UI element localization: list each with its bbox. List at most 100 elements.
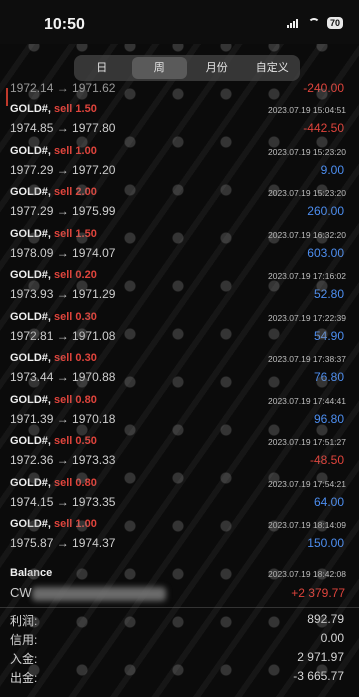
trade-price: 1972.81 → 1971.08 [10,328,116,343]
trade-action: sell 0.30 [54,310,97,323]
signal-icon [286,18,301,28]
trade-pnl: 96.80 [313,411,344,426]
trade-symbol: GOLD#, [10,310,51,323]
trade-list: GOLD#, sell 1.50 2023.07.19 15:04:51 197… [0,101,359,558]
battery-icon: 70 [326,17,343,29]
trade-row[interactable]: GOLD#, sell 0.30 2023.07.19 17:22:39 197… [0,309,359,351]
summary-credit: 信用: 0.00 [0,631,359,650]
trade-price: 1971.39 → 1970.18 [10,411,116,426]
summary-withdrawal: 出金: -3 665.77 [0,669,359,688]
trade-date: 2023.07.19 16:32:20 [268,229,346,240]
trade-pnl: 52.80 [313,287,344,301]
trade-date: 2023.07.19 17:16:02 [268,271,346,281]
trade-pnl: -48.50 [309,453,344,467]
trade-price: 1977.29 → 1975.99 [10,204,116,218]
trade-action: sell 1.00 [54,518,97,530]
trade-symbol: GOLD#, [10,227,51,240]
balance-row[interactable]: Balance 2023.07.19 18:42:08 CW +2 379.77 [0,567,359,605]
trade-action: sell 0.30 [54,352,97,364]
wifi-icon [307,18,321,28]
trade-date: 2023.07.19 17:38:37 [268,354,346,364]
trade-price: 1975.87 → 1974.37 [10,536,116,550]
trade-symbol: GOLD#, [10,186,51,198]
period-tabs: 日 周 月份 自定义 [74,55,300,81]
trade-price: 1977.29 → 1977.20 [10,162,116,177]
trade-action: sell 1.50 [54,227,97,240]
trade-pnl: 9.00 [320,162,344,177]
summary-value: -3 665.77 [293,669,344,683]
trade-price: 1972.36 → 1973.33 [10,453,116,467]
trade-row[interactable]: GOLD#, sell 1.00 2023.07.19 15:23:20 197… [0,143,359,185]
trade-row[interactable]: GOLD#, sell 1.50 2023.07.19 16:32:20 197… [0,226,359,268]
trade-pnl: 54.90 [313,328,344,343]
trade-row[interactable]: GOLD#, sell 0.80 2023.07.19 17:54:21 197… [0,475,359,517]
tab-month[interactable]: 月份 [189,57,245,79]
balance-comment: CW [10,585,32,600]
summary-profit: 利润: 892.79 [0,612,359,631]
summary-label: 信用: [10,633,38,647]
trade-pnl: 260.00 [307,204,344,218]
redacted-comment [32,587,166,601]
trade-date: 2023.07.19 17:51:27 [268,437,346,447]
trade-pnl: 76.80 [313,370,344,384]
partial-trade-row[interactable]: 1972.14 → 1971.62 -240.00 [0,81,359,97]
trade-price: 1974.15 → 1973.35 [10,494,116,509]
trade-pnl: 64.00 [313,494,344,509]
trade-date: 2023.07.19 15:04:51 [268,105,346,115]
summary-panel: 利润: 892.79 信用: 0.00 入金: 2 971.97 出金: -3 … [0,612,359,688]
clock: 10:50 [44,16,85,33]
trade-row[interactable]: GOLD#, sell 1.00 2023.07.19 18:14:09 197… [0,516,359,558]
trade-price: 1973.44 → 1970.88 [10,370,116,384]
trade-pnl: -442.50 [303,121,344,135]
trade-pnl: 150.00 [307,536,344,550]
trade-action: sell 2.00 [54,186,97,198]
trade-symbol: GOLD#, [10,103,51,115]
trade-row[interactable]: GOLD#, sell 1.50 2023.07.19 15:04:51 197… [0,101,359,143]
summary-value: 892.79 [307,612,344,626]
trade-pnl: 603.00 [307,245,344,260]
balance-label: Balance [10,567,53,579]
trade-symbol: GOLD#, [10,269,51,281]
trade-action: sell 0.20 [54,269,97,281]
trade-symbol: GOLD#, [10,352,51,364]
summary-label: 出金: [10,671,38,685]
summary-value: 0.00 [320,631,344,645]
trade-date: 2023.07.19 17:54:21 [268,478,346,489]
trade-action: sell 0.50 [54,435,97,447]
trade-date: 2023.07.19 15:23:20 [268,146,346,157]
trade-pnl: -240.00 [303,81,344,95]
trade-row[interactable]: GOLD#, sell 0.30 2023.07.19 17:38:37 197… [0,350,359,392]
trade-symbol: GOLD#, [10,393,51,406]
trade-price: 1973.93 → 1971.29 [10,287,116,301]
trade-row[interactable]: GOLD#, sell 0.80 2023.07.19 17:44:41 197… [0,392,359,434]
summary-label: 利润: [10,614,38,628]
trade-action: sell 1.00 [54,144,97,157]
status-bar: 10:50 70 [0,0,359,44]
trade-action: sell 1.50 [54,103,97,115]
trade-price: 1978.09 → 1974.07 [10,245,116,260]
tab-custom[interactable]: 自定义 [245,57,301,79]
trade-action: sell 0.80 [54,476,97,489]
trade-row[interactable]: GOLD#, sell 0.50 2023.07.19 17:51:27 197… [0,433,359,475]
trade-date: 2023.07.19 15:23:20 [268,188,346,198]
divider [0,607,359,608]
trade-symbol: GOLD#, [10,476,51,489]
tab-week[interactable]: 周 [131,57,187,79]
trade-date: 2023.07.19 17:44:41 [268,395,346,406]
trade-row[interactable]: GOLD#, sell 0.20 2023.07.19 17:16:02 197… [0,267,359,309]
trade-date: 2023.07.19 17:22:39 [268,312,346,323]
trade-symbol: GOLD#, [10,144,51,157]
trade-row[interactable]: GOLD#, sell 2.00 2023.07.19 15:23:20 197… [0,184,359,226]
status-icons: 70 [286,17,343,29]
summary-value: 2 971.97 [297,650,344,664]
summary-deposit: 入金: 2 971.97 [0,650,359,669]
trade-symbol: GOLD#, [10,518,51,530]
trade-price: 1974.85 → 1977.80 [10,121,116,135]
trade-symbol: GOLD#, [10,435,51,447]
tab-day[interactable]: 日 [74,57,130,79]
trade-date: 2023.07.19 18:14:09 [268,520,346,530]
balance-value: +2 379.77 [291,586,345,600]
trade-action: sell 0.80 [54,393,97,406]
summary-label: 入金: [10,652,38,666]
balance-date: 2023.07.19 18:42:08 [268,569,346,579]
